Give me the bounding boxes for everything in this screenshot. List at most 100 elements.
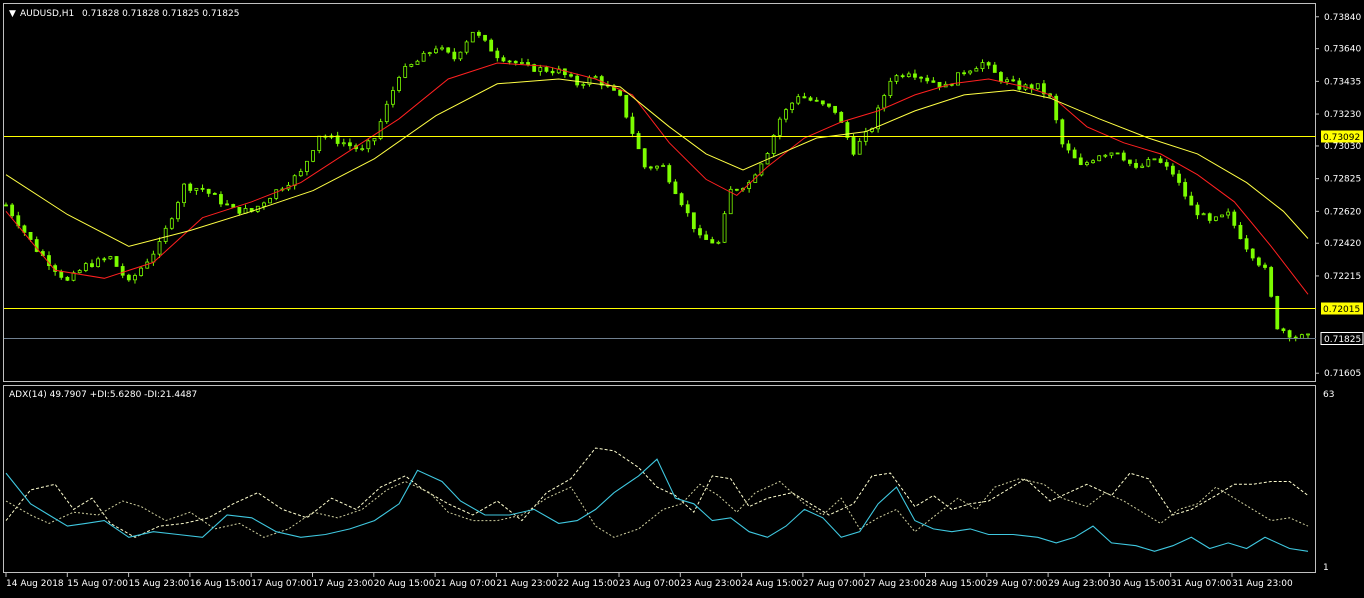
candle-body <box>1060 119 1065 145</box>
price-tick-label: 0.73640 <box>1324 45 1361 55</box>
candle-body <box>1263 264 1267 268</box>
candle-body <box>820 100 825 105</box>
candle-body <box>1072 149 1077 159</box>
candle-body <box>1115 152 1120 155</box>
time-tick-label: 22 Aug 15:00 <box>558 579 619 589</box>
candle-body <box>1109 152 1114 156</box>
candle-body <box>513 60 518 64</box>
price-tick-label: 0.73840 <box>1324 13 1361 23</box>
indicator-scale-min: 1 <box>1323 563 1329 573</box>
candle-body <box>188 183 193 191</box>
candle-body <box>1287 330 1292 338</box>
candle-body <box>65 276 70 281</box>
candle-body <box>673 181 678 195</box>
candle-body <box>83 263 88 271</box>
candle-body <box>538 67 543 72</box>
candle-body <box>931 80 936 83</box>
candle-body <box>311 150 315 162</box>
candle-body <box>1207 213 1212 221</box>
ohlc-values: 0.71828 0.71828 0.71825 0.71825 <box>82 9 239 19</box>
adx-label: ADX(14) 49.7907 +DI:5.6280 -DI:21.4487 <box>9 390 197 400</box>
candle-body <box>771 135 776 154</box>
time-tick-label: 29 Aug 07:00 <box>987 579 1048 589</box>
time-tick-label: 23 Aug 23:00 <box>680 579 741 589</box>
candle-body <box>206 188 211 194</box>
candle-body <box>1121 152 1126 161</box>
candle-body <box>120 266 125 276</box>
candle-body <box>157 241 162 255</box>
candle-body <box>1103 154 1108 157</box>
price-tick-label: 0.73030 <box>1324 142 1361 152</box>
candle-body <box>624 94 629 118</box>
candle-body <box>1005 79 1009 83</box>
candle-body <box>1097 155 1102 162</box>
symbol-label: AUDUSD,H1 <box>20 9 74 19</box>
candle-body <box>305 160 309 172</box>
candle-body <box>10 204 15 217</box>
candle-body <box>1085 162 1089 166</box>
candle-body <box>1281 328 1286 332</box>
candle-body <box>489 39 494 52</box>
price-tick-label: 0.73435 <box>1324 77 1361 87</box>
candle-body <box>225 203 229 206</box>
chart-menu-arrow[interactable]: ▼ <box>9 9 16 19</box>
candle-body <box>636 133 641 150</box>
candle-body <box>648 166 653 169</box>
candle-body <box>1244 238 1249 250</box>
candle-body <box>685 204 690 214</box>
time-tick-label: 16 Aug 15:00 <box>190 579 251 589</box>
candle-body <box>133 275 137 281</box>
candle-body <box>906 73 911 77</box>
candle-body <box>1066 143 1071 151</box>
candle-body <box>1091 160 1095 164</box>
chart-canvas[interactable]: 0.730920.720150.71825 0.738400.736400.73… <box>0 0 1364 594</box>
candle-body <box>679 193 684 206</box>
candle-body <box>139 267 144 276</box>
candle-body <box>655 165 659 169</box>
time-tick-label: 15 Aug 23:00 <box>129 579 190 589</box>
candle-body <box>90 263 94 267</box>
candle-body <box>114 256 119 267</box>
candle-body <box>716 241 721 244</box>
candle-body <box>913 73 917 78</box>
candle-body <box>519 62 524 64</box>
candle-body <box>366 140 371 150</box>
background <box>0 0 1364 594</box>
price-tick-label: 0.72420 <box>1324 239 1361 249</box>
candle-body <box>962 72 966 75</box>
candle-body <box>28 231 33 240</box>
candle-body <box>268 197 272 204</box>
candle-body <box>888 80 893 96</box>
candle-body <box>1164 162 1169 167</box>
time-tick-label: 17 Aug 23:00 <box>313 579 374 589</box>
price-tick-label: 0.72620 <box>1324 207 1361 217</box>
candle-body <box>1238 224 1243 240</box>
candle-body <box>851 137 856 155</box>
candle-body <box>237 206 242 214</box>
time-tick-label: 28 Aug 15:00 <box>926 579 987 589</box>
candle-body <box>360 148 365 151</box>
candle-body <box>262 202 266 207</box>
candle-body <box>495 50 500 59</box>
candle-body <box>630 116 635 134</box>
time-tick-label: 14 Aug 2018 <box>6 579 64 589</box>
candle-body <box>974 68 979 72</box>
time-tick-label: 30 Aug 15:00 <box>1109 579 1170 589</box>
candle-body <box>421 52 426 62</box>
candle-body <box>642 148 647 168</box>
candle-body <box>1306 333 1310 336</box>
trading-chart[interactable]: 0.73092 0.72015 0.71825 0.73840 0.73640 0.73… <box>0 0 1364 594</box>
candle-body <box>452 51 457 60</box>
candle-body <box>992 64 997 73</box>
candle-body <box>925 77 930 82</box>
candle-body <box>575 75 580 86</box>
candle-body <box>581 83 586 86</box>
candle-body <box>833 105 838 113</box>
time-tick-label: 31 Aug 23:00 <box>1232 579 1293 589</box>
time-tick-label: 24 Aug 15:00 <box>742 579 803 589</box>
time-tick-label: 27 Aug 07:00 <box>803 579 864 589</box>
candle-body <box>1170 165 1175 175</box>
candle-body <box>96 258 101 267</box>
time-tick-label: 23 Aug 07:00 <box>619 579 680 589</box>
candle-body <box>1201 213 1206 216</box>
